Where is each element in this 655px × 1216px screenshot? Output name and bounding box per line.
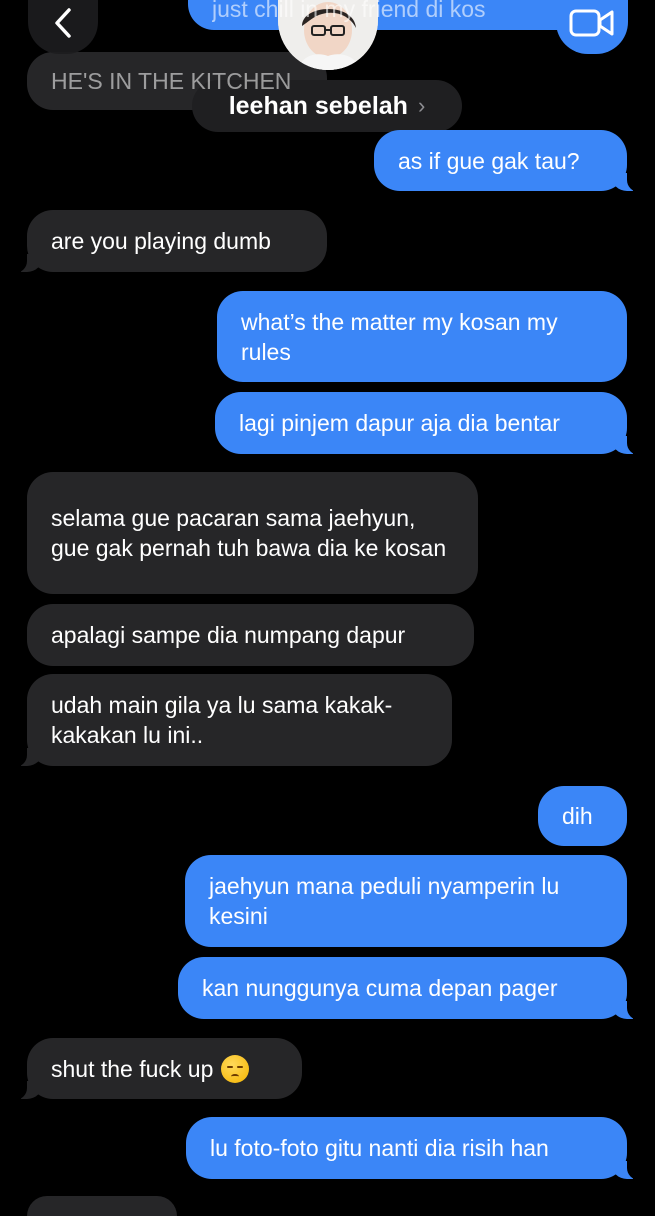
message-bubble-incoming[interactable]: shut the fuck up: [13, 1038, 302, 1100]
message-text: lagi pinjem dapur aja dia bentar: [239, 410, 560, 436]
message-text: kan nunggunya cuma depan pager: [202, 975, 558, 1001]
message-text: shut the fuck up: [51, 1055, 214, 1082]
message-bubble-incoming[interactable]: apalagi sampe dia numpang dapur: [27, 604, 474, 666]
back-button[interactable]: [28, 0, 98, 54]
message-text: jaehyun mana peduli nyamperin lu kesini: [209, 873, 560, 929]
message-bubble-outgoing[interactable]: lagi pinjem dapur aja dia bentar: [215, 392, 641, 455]
message-bubble-outgoing[interactable]: as if gue gak tau?: [374, 130, 641, 192]
message-text: lu foto-foto gitu nanti dia risih han: [210, 1135, 549, 1161]
contact-chevron-icon: ›: [417, 93, 426, 118]
message-text: selama gue pacaran sama jaehyun, gue gak…: [51, 505, 447, 561]
message-text: are you playing dumb: [51, 228, 271, 254]
pensive-face-emoji: [221, 1054, 250, 1083]
message-bubble-incoming[interactable]: are you playing dumb: [13, 210, 327, 273]
message-text: what’s the matter my kosan my rules: [241, 308, 558, 365]
chevron-left-icon: [55, 8, 71, 38]
message-bubble-outgoing[interactable]: jaehyun mana peduli nyamperin lu kesini: [185, 855, 627, 947]
message-bubble-incoming[interactable]: udah main gila ya lu sama kakak-kakakan …: [13, 674, 452, 767]
message-text: dih: [562, 803, 593, 829]
message-bubble-outgoing[interactable]: kan nunggunya cuma depan pager: [178, 957, 641, 1020]
message-text: apalagi sampe dia numpang dapur: [51, 622, 406, 648]
message-bubble-outgoing[interactable]: what’s the matter my kosan my rules: [217, 291, 627, 382]
message-bubble-incoming[interactable]: selama gue pacaran sama jaehyun, gue gak…: [27, 472, 478, 594]
message-text: udah main gila ya lu sama kakak-kakakan …: [51, 692, 393, 748]
message-bubble-outgoing[interactable]: lu foto-foto gitu nanti dia risih han: [186, 1117, 641, 1180]
partial-incoming-text: HE'S IN THE KITCHEN: [51, 68, 292, 94]
message-bubble-outgoing[interactable]: dih: [538, 786, 627, 846]
partial-outgoing-text: just chill in my friend di kos: [212, 0, 486, 22]
partial-incoming-bubble-bottom: [27, 1196, 177, 1216]
message-text: as if gue gak tau?: [398, 147, 580, 174]
